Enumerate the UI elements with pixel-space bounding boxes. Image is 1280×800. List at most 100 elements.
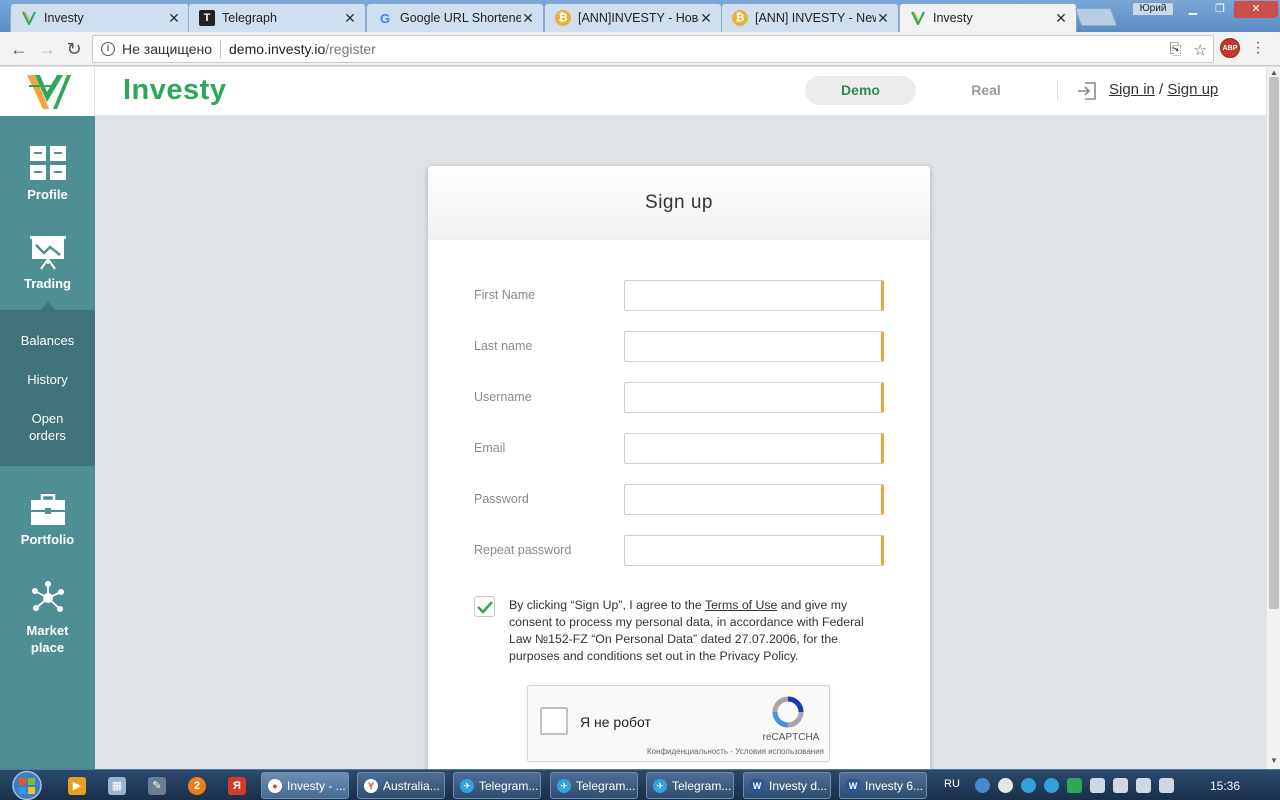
new-tab-button[interactable] xyxy=(1074,8,1118,26)
scrollbar-thumb[interactable] xyxy=(1269,77,1279,609)
messenger-icon[interactable]: 2 xyxy=(188,777,206,795)
mode-demo-button[interactable]: Demo xyxy=(805,76,916,105)
username-input[interactable] xyxy=(624,382,884,413)
browser-toolbar: ← → ↻ i Не защищено demo.investy.io/regi… xyxy=(0,32,1280,66)
recaptcha-footer-links[interactable]: Конфиденциальность - Условия использован… xyxy=(634,747,824,756)
scroll-down-icon[interactable]: ▼ xyxy=(1270,756,1278,765)
auth-links: Sign in / Sign up xyxy=(1109,81,1218,98)
yandex-icon[interactable]: Я xyxy=(228,777,246,795)
last-name-input[interactable] xyxy=(624,331,884,362)
password-input[interactable] xyxy=(624,484,884,515)
taskbar-button[interactable]: ● Investy - ... xyxy=(261,772,349,799)
telegraph-icon: T xyxy=(199,10,215,26)
sidebar-item-marketplace[interactable]: Market place xyxy=(0,580,95,656)
taskbar-button[interactable]: W Investy 6... xyxy=(839,772,927,799)
page-viewport: Investy Demo Real Sign in / Sign up Prof… xyxy=(0,67,1266,769)
consent-checkbox[interactable] xyxy=(474,596,495,617)
sign-up-link[interactable]: Sign up xyxy=(1167,81,1218,98)
brand-name[interactable]: Investy xyxy=(123,74,226,107)
bookmark-star-icon[interactable]: ☆ xyxy=(1194,41,1207,59)
tray-flag-icon[interactable] xyxy=(1090,778,1105,793)
close-window-icon[interactable]: ✕ xyxy=(1234,1,1278,18)
sign-in-link[interactable]: Sign in xyxy=(1109,81,1155,98)
sidebar-item-history[interactable]: History xyxy=(0,371,95,388)
windows-taskbar: ▶ ▦ ✎ 2 Я ● Investy - ... Y Australia...… xyxy=(0,769,1280,800)
reload-icon[interactable]: ↻ xyxy=(63,38,85,60)
browser-tab-title: Investy xyxy=(44,11,84,25)
close-tab-icon[interactable]: ✕ xyxy=(521,10,535,27)
close-tab-icon[interactable]: ✕ xyxy=(343,10,357,27)
translate-icon[interactable]: ⎘ xyxy=(1170,41,1182,59)
mode-real-button[interactable]: Real xyxy=(953,76,1019,105)
browser-tab[interactable]: T Telegraph ✕ xyxy=(188,3,366,32)
minimize-window-icon[interactable]: ▁ xyxy=(1180,1,1206,18)
browser-tab[interactable]: ₿ [ANN]INVESTY - Новая ✕ xyxy=(544,3,722,32)
sidebar-item-trading[interactable]: Trading xyxy=(0,234,95,291)
forward-arrow-icon[interactable]: → xyxy=(36,38,58,60)
tray-volume-icon[interactable] xyxy=(1136,778,1151,793)
browser-tab-title: Telegraph xyxy=(222,11,277,25)
browser-tab-strip: Investy ✕ T Telegraph ✕ G Google URL Sho… xyxy=(0,0,1280,32)
address-bar[interactable]: i Не защищено demo.investy.io/register ⎘… xyxy=(92,35,1214,63)
close-tab-icon[interactable]: ✕ xyxy=(699,10,713,27)
page-scrollbar[interactable]: ▲ ▼ xyxy=(1266,67,1280,769)
security-status[interactable]: Не защищено xyxy=(122,41,212,57)
word-icon: W xyxy=(750,778,764,793)
info-icon[interactable]: i xyxy=(101,42,115,56)
terms-of-use-link[interactable]: Terms of Use xyxy=(705,598,777,612)
profile-icon xyxy=(29,146,66,180)
browser-tab[interactable]: G Google URL Shortener ✕ xyxy=(366,3,544,32)
taskbar-button[interactable]: W Investy d... xyxy=(743,772,831,799)
sidebar-item-open-orders[interactable]: Open orders xyxy=(0,410,95,444)
taskbar-button[interactable]: ✈ Telegram... xyxy=(550,772,638,799)
email-input[interactable] xyxy=(624,433,884,464)
media-player-icon[interactable]: ▶ xyxy=(68,777,86,795)
repeat-password-input[interactable] xyxy=(624,535,884,566)
recaptcha-checkbox[interactable] xyxy=(540,707,568,735)
browser-tab[interactable]: ₿ [ANN] INVESTY - New ✕ xyxy=(721,3,899,32)
restore-window-icon[interactable]: ❐ xyxy=(1207,1,1233,18)
tray-app-icon[interactable] xyxy=(975,778,990,793)
taskbar-button[interactable]: ✈ Telegram... xyxy=(453,772,541,799)
close-tab-icon[interactable]: ✕ xyxy=(167,10,181,27)
field-label: Email xyxy=(474,441,506,455)
window-user-badge[interactable]: Юрий xyxy=(1132,2,1174,16)
tray-device-icon[interactable] xyxy=(1159,778,1174,793)
tray-telegram-icon[interactable] xyxy=(1044,778,1059,793)
language-indicator[interactable]: RU xyxy=(944,778,960,790)
sidebar-item-balances[interactable]: Balances xyxy=(0,332,95,349)
windows-start-icon[interactable] xyxy=(8,770,46,800)
investy-logo-icon xyxy=(21,10,37,26)
site-logo[interactable] xyxy=(0,67,95,116)
sidebar-item-portfolio[interactable]: Portfolio xyxy=(0,494,95,547)
tray-check-icon[interactable] xyxy=(1067,778,1082,793)
sign-in-icon xyxy=(1078,82,1096,100)
back-arrow-icon[interactable]: ← xyxy=(8,38,30,60)
taskbar-button-label: Investy 6... xyxy=(865,778,924,793)
email-row: Email xyxy=(474,433,884,464)
first-name-input[interactable] xyxy=(624,280,884,311)
tray-yandex-icon[interactable] xyxy=(998,778,1013,793)
browser-menu-icon[interactable]: · · · xyxy=(1254,35,1262,61)
scroll-up-icon[interactable]: ▲ xyxy=(1270,68,1278,77)
taskbar-button[interactable]: ✈ Telegram... xyxy=(646,772,734,799)
tools-icon[interactable]: ✎ xyxy=(148,777,166,795)
tray-network-icon[interactable] xyxy=(1113,778,1128,793)
browser-tab-title: Investy xyxy=(933,11,973,25)
taskbar-clock[interactable]: 15:36 xyxy=(1210,779,1240,793)
sidebar-item-label: Profile xyxy=(27,187,68,202)
browser-tab-active[interactable]: Investy ✕ xyxy=(899,3,1077,32)
close-tab-icon[interactable]: ✕ xyxy=(876,10,890,27)
browser-tab[interactable]: Investy ✕ xyxy=(10,3,190,32)
header-divider xyxy=(1057,82,1058,100)
adblock-extension-icon[interactable]: ABP xyxy=(1220,38,1240,58)
recaptcha-brand: reCAPTCHA xyxy=(762,732,820,743)
sidebar-item-profile[interactable]: Profile xyxy=(0,145,95,202)
tray-telegram-icon[interactable] xyxy=(1021,778,1036,793)
trading-submenu: Balances History Open orders xyxy=(0,310,95,466)
investy-logo-icon xyxy=(910,10,926,26)
close-tab-icon[interactable]: ✕ xyxy=(1054,10,1068,27)
field-label: Username xyxy=(474,390,532,404)
calculator-icon[interactable]: ▦ xyxy=(108,777,126,795)
taskbar-button[interactable]: Y Australia... xyxy=(357,772,445,799)
